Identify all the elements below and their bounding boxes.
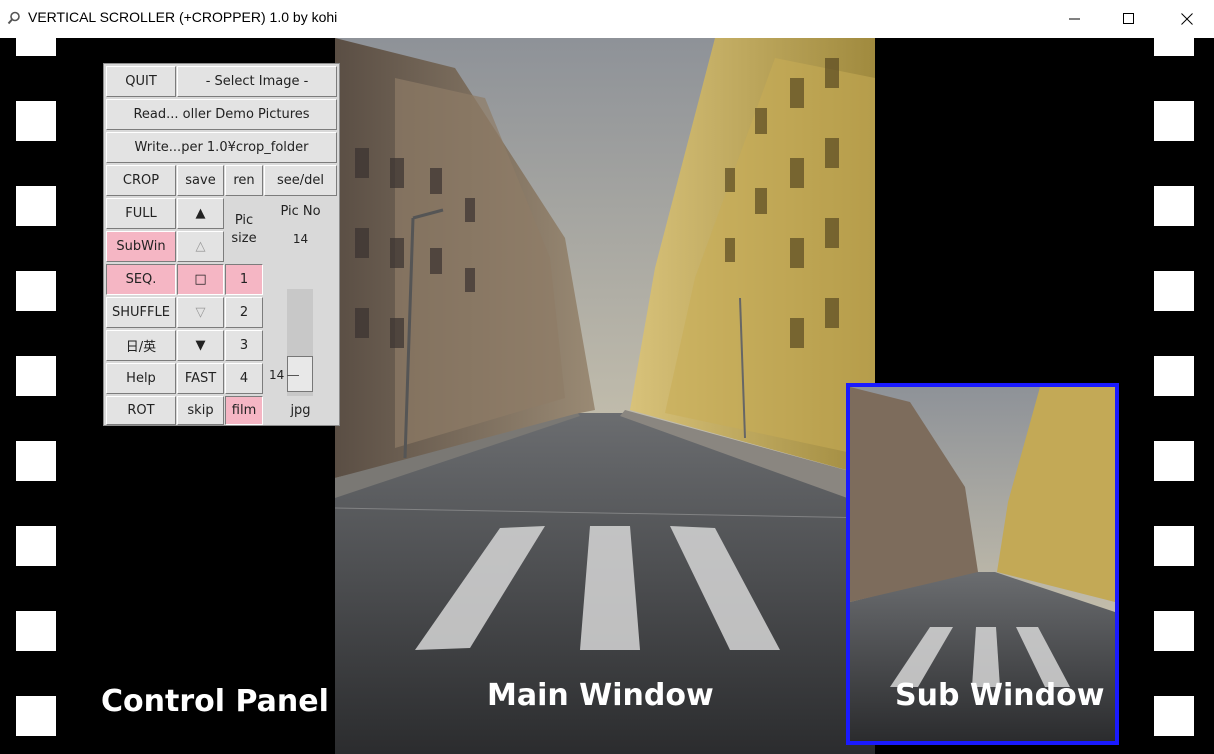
- crop-button[interactable]: CROP: [106, 165, 176, 196]
- minimize-button[interactable]: [1048, 0, 1102, 38]
- pic-no-value: 14: [264, 228, 337, 250]
- film-perforation: [16, 356, 56, 396]
- film-stage: Control Panel Main Window Sub Window QUI…: [0, 38, 1214, 754]
- film-perforation: [1154, 526, 1194, 566]
- slider-tick: [287, 375, 299, 376]
- film-perforation: [1154, 611, 1194, 651]
- fast-button[interactable]: FAST: [177, 363, 224, 394]
- film-perforation: [1154, 356, 1194, 396]
- film-perforation: [16, 38, 56, 56]
- full-button[interactable]: FULL: [106, 198, 176, 229]
- film-perforation: [16, 526, 56, 566]
- close-button[interactable]: [1160, 0, 1214, 38]
- minimize-icon: [1069, 18, 1080, 20]
- scroll-down-button[interactable]: ▽: [177, 297, 224, 328]
- main-window-image[interactable]: [335, 38, 875, 754]
- title-bar: VERTICAL SCROLLER (+CROPPER) 1.0 by kohi: [0, 0, 1214, 38]
- control-panel: QUIT - Select Image - Read... oller Demo…: [103, 63, 340, 426]
- square-stop-icon: □: [194, 272, 207, 287]
- rename-button[interactable]: ren: [225, 165, 263, 196]
- film-perforation: [16, 611, 56, 651]
- street-photo: [335, 38, 875, 754]
- sub-window-label: Sub Window: [895, 678, 1105, 713]
- save-button[interactable]: save: [177, 165, 224, 196]
- maximize-button[interactable]: [1102, 0, 1156, 38]
- quit-button[interactable]: QUIT: [106, 66, 176, 97]
- pic-size-1-button[interactable]: 1: [225, 264, 263, 295]
- film-perforation: [16, 441, 56, 481]
- close-icon: [1181, 13, 1193, 25]
- control-panel-label: Control Panel: [101, 684, 329, 719]
- triangle-down-filled-icon: ▼: [195, 338, 206, 353]
- film-perforation: [1154, 186, 1194, 226]
- pic-no-slider-thumb[interactable]: [287, 356, 313, 392]
- stop-button[interactable]: □: [177, 264, 224, 295]
- film-perforation: [16, 186, 56, 226]
- film-perforation: [16, 696, 56, 736]
- pic-no-label: Pic No: [264, 198, 337, 224]
- pic-size-3-button[interactable]: 3: [225, 330, 263, 361]
- see-delete-button[interactable]: see/del: [264, 165, 337, 196]
- read-folder-button[interactable]: Read... oller Demo Pictures: [106, 99, 337, 130]
- scroll-up-fast-button[interactable]: ▲: [177, 198, 224, 229]
- triangle-up-filled-icon: ▲: [195, 206, 206, 221]
- write-folder-button[interactable]: Write...per 1.0¥crop_folder: [106, 132, 337, 163]
- triangle-down-outline-icon: ▽: [195, 305, 206, 320]
- film-button[interactable]: film: [225, 396, 263, 425]
- rotate-button[interactable]: ROT: [106, 396, 176, 425]
- format-label[interactable]: jpg: [264, 396, 337, 425]
- film-perforation: [1154, 696, 1194, 736]
- skip-button[interactable]: skip: [177, 396, 224, 425]
- maximize-icon: [1123, 13, 1134, 24]
- main-window-label: Main Window: [487, 678, 714, 713]
- pic-size-label: Pic size: [225, 198, 263, 262]
- film-perforation: [16, 101, 56, 141]
- shuffle-button[interactable]: SHUFFLE: [106, 297, 176, 328]
- film-perforation: [1154, 271, 1194, 311]
- seq-button[interactable]: SEQ.: [106, 264, 176, 295]
- film-perforation: [1154, 101, 1194, 141]
- slider-value: 14: [269, 368, 285, 382]
- film-perforation: [1154, 441, 1194, 481]
- film-perforation: [1154, 38, 1194, 56]
- film-perforation: [16, 271, 56, 311]
- pic-size-2-button[interactable]: 2: [225, 297, 263, 328]
- language-toggle-button[interactable]: 日/英: [106, 330, 176, 361]
- window-title: VERTICAL SCROLLER (+CROPPER) 1.0 by kohi: [28, 9, 338, 25]
- subwin-button[interactable]: SubWin: [106, 231, 176, 262]
- triangle-up-outline-icon: △: [195, 239, 206, 254]
- help-button[interactable]: Help: [106, 363, 176, 394]
- select-image-button[interactable]: - Select Image -: [177, 66, 337, 97]
- magnifier-icon: [7, 11, 20, 25]
- pic-size-4-button[interactable]: 4: [225, 363, 263, 394]
- scroll-up-button[interactable]: △: [177, 231, 224, 262]
- scroll-down-fast-button[interactable]: ▼: [177, 330, 224, 361]
